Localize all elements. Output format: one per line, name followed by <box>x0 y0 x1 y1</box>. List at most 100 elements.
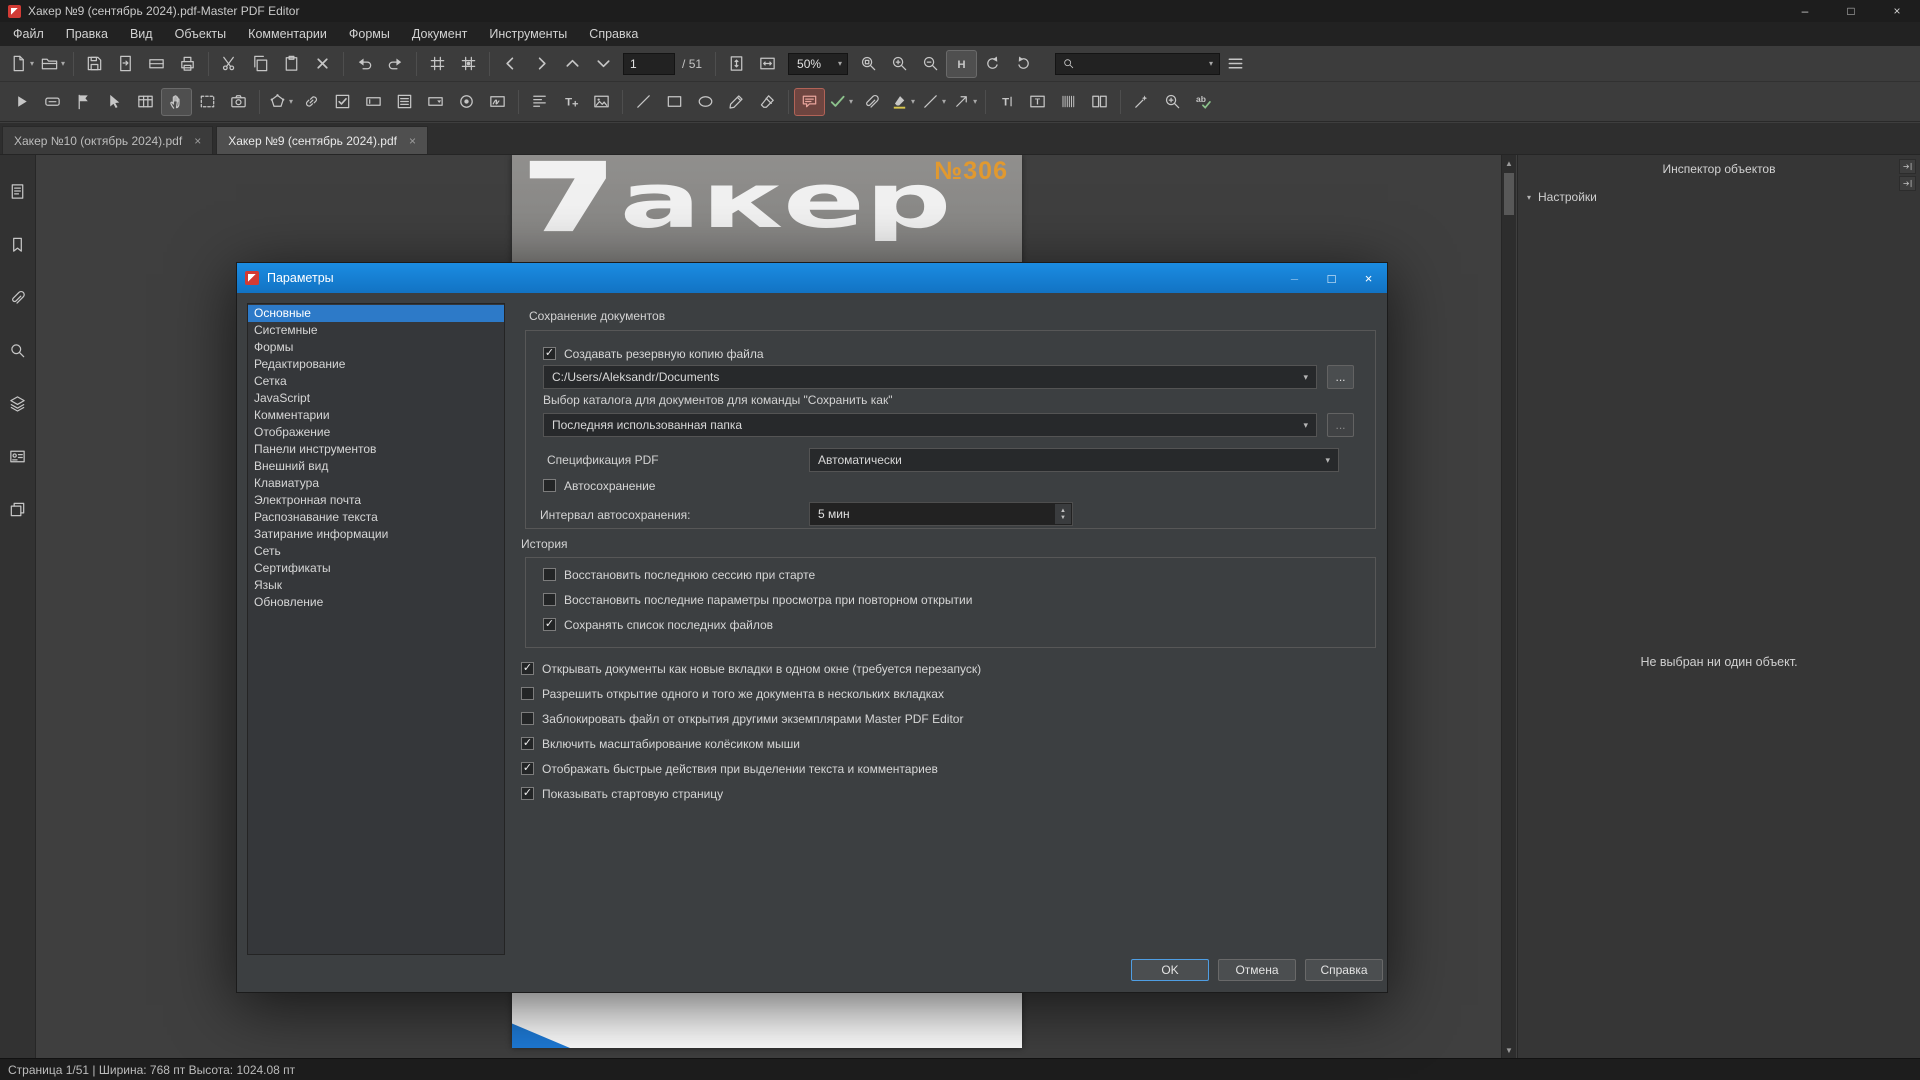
draw-ellipse-tool[interactable] <box>690 88 721 116</box>
spin-up-icon[interactable]: ▲ <box>1060 508 1066 514</box>
open-document[interactable]: ▾ <box>37 50 68 78</box>
category-item-8[interactable]: Панели инструментов <box>248 441 504 458</box>
ocr-tool[interactable] <box>1053 88 1084 116</box>
hand-tool-toggle[interactable]: H <box>946 50 977 78</box>
paste[interactable] <box>276 50 307 78</box>
option-row[interactable]: Восстановить последние параметры просмот… <box>543 592 972 607</box>
search-panel-button[interactable] <box>4 338 32 362</box>
signature-field-tool[interactable] <box>482 88 513 116</box>
next-view[interactable] <box>588 50 619 78</box>
spell-check-tool[interactable]: ab <box>1188 88 1219 116</box>
undo[interactable] <box>349 50 380 78</box>
spinbox-buttons[interactable]: ▲ ▼ <box>1055 504 1071 524</box>
category-item-14[interactable]: Сеть <box>248 543 504 560</box>
option-row[interactable]: ✓Показывать стартовую страницу <box>521 786 981 801</box>
category-item-9[interactable]: Внешний вид <box>248 458 504 475</box>
dialog-close-button[interactable]: × <box>1350 263 1387 293</box>
page-number-input[interactable] <box>623 53 675 75</box>
checkbox-unchecked[interactable] <box>543 568 556 581</box>
window-close-button[interactable]: × <box>1874 0 1920 22</box>
menu-item-1[interactable]: Правка <box>55 24 119 44</box>
show-grid[interactable] <box>422 50 453 78</box>
category-item-0[interactable]: Основные <box>248 305 504 322</box>
option-row[interactable]: Заблокировать файл от открытия другими э… <box>521 711 981 726</box>
checkbox-unchecked[interactable] <box>521 687 534 700</box>
checkbox-checked[interactable]: ✓ <box>521 737 534 750</box>
autosave-interval-spinbox[interactable]: 5 мин ▲ ▼ <box>809 502 1073 526</box>
window-minimize-button[interactable]: – <box>1782 0 1828 22</box>
option-row[interactable]: ✓Отображать быстрые действия при выделен… <box>521 761 981 776</box>
snap-to-grid[interactable] <box>453 50 484 78</box>
menu-item-7[interactable]: Инструменты <box>478 24 578 44</box>
category-item-17[interactable]: Обновление <box>248 594 504 611</box>
option-row[interactable]: Автосохранение <box>543 478 655 493</box>
checkbox-unchecked[interactable] <box>543 479 556 492</box>
cut[interactable] <box>214 50 245 78</box>
redaction-tool[interactable] <box>1126 88 1157 116</box>
help-button[interactable]: Справка <box>1305 959 1383 981</box>
delete[interactable] <box>307 50 338 78</box>
menu-item-5[interactable]: Формы <box>338 24 401 44</box>
option-row[interactable]: Разрешить открытие одного и того же доку… <box>521 686 981 701</box>
category-item-12[interactable]: Распознавание текста <box>248 509 504 526</box>
option-row[interactable]: Восстановить последнюю сессию при старте <box>543 567 972 582</box>
option-row[interactable]: ✓Открывать документы как новые вкладки в… <box>521 661 981 676</box>
radio-button-field-tool[interactable] <box>451 88 482 116</box>
category-item-7[interactable]: Отображение <box>248 424 504 441</box>
checkbox-unchecked[interactable] <box>521 712 534 725</box>
zoom-to-selection[interactable] <box>853 50 884 78</box>
checkbox-checked[interactable]: ✓ <box>521 662 534 675</box>
attach-file-annotation-tool[interactable] <box>856 88 887 116</box>
link-tool[interactable] <box>296 88 327 116</box>
zoom-in[interactable] <box>884 50 915 78</box>
category-item-16[interactable]: Язык <box>248 577 504 594</box>
push-button-field[interactable] <box>37 88 68 116</box>
fit-page[interactable] <box>721 50 752 78</box>
inspector-settings-node[interactable]: ▾ Настройки <box>1518 187 1920 207</box>
category-item-4[interactable]: Сетка <box>248 373 504 390</box>
checkbox-field-tool[interactable] <box>327 88 358 116</box>
dialog-maximize-button[interactable]: □ <box>1313 263 1350 293</box>
option-row[interactable]: ✓Сохранять список последних файлов <box>543 617 972 632</box>
window-maximize-button[interactable]: □ <box>1828 0 1874 22</box>
menu-item-8[interactable]: Справка <box>578 24 649 44</box>
scan[interactable] <box>141 50 172 78</box>
magnifier-tool[interactable] <box>1157 88 1188 116</box>
category-item-13[interactable]: Затирание информации <box>248 526 504 543</box>
align-objects-tool[interactable] <box>524 88 555 116</box>
save-as[interactable] <box>110 50 141 78</box>
rotate-clockwise[interactable] <box>1008 50 1039 78</box>
bookmarks-panel-button[interactable] <box>4 232 32 256</box>
copy[interactable] <box>245 50 276 78</box>
checkbox-checked[interactable]: ✓ <box>521 762 534 775</box>
category-item-15[interactable]: Сертификаты <box>248 560 504 577</box>
previous-page[interactable] <box>495 50 526 78</box>
tab-close-icon[interactable]: × <box>409 134 416 148</box>
option-row[interactable]: ✓Создавать резервную копию файла <box>543 346 764 361</box>
backup-folder-combo[interactable]: C:/Users/Aleksandr/Documents ▾ <box>543 365 1317 389</box>
checkbox-checked[interactable]: ✓ <box>543 347 556 360</box>
browse-save-as-folder-button[interactable]: ... <box>1327 413 1354 437</box>
line-annotation-tool[interactable]: ▾ <box>918 88 949 116</box>
checkbox-unchecked[interactable] <box>543 593 556 606</box>
attachments-panel-button[interactable] <box>4 285 32 309</box>
add-text-tool[interactable]: T <box>555 88 586 116</box>
category-item-5[interactable]: JavaScript <box>248 390 504 407</box>
save-as-folder-combo[interactable]: Последняя использованная папка ▾ <box>543 413 1317 437</box>
tab-close-icon[interactable]: × <box>194 134 201 148</box>
dialog-minimize-button[interactable]: – <box>1276 263 1313 293</box>
scroll-down-button[interactable]: ▼ <box>1502 1042 1516 1058</box>
category-item-2[interactable]: Формы <box>248 339 504 356</box>
checkbox-checked[interactable]: ✓ <box>543 618 556 631</box>
category-item-11[interactable]: Электронная почта <box>248 492 504 509</box>
menu-item-2[interactable]: Вид <box>119 24 164 44</box>
zoom-level-combo[interactable]: 50%▾ <box>788 53 848 75</box>
scrollbar-thumb[interactable] <box>1504 173 1514 215</box>
split-document-tool[interactable] <box>1084 88 1115 116</box>
print[interactable] <box>172 50 203 78</box>
signatures-panel-button[interactable] <box>4 444 32 468</box>
ok-button[interactable]: OK <box>1131 959 1209 981</box>
cancel-button[interactable]: Отмена <box>1218 959 1296 981</box>
category-item-3[interactable]: Редактирование <box>248 356 504 373</box>
sticky-note-tool[interactable] <box>794 88 825 116</box>
